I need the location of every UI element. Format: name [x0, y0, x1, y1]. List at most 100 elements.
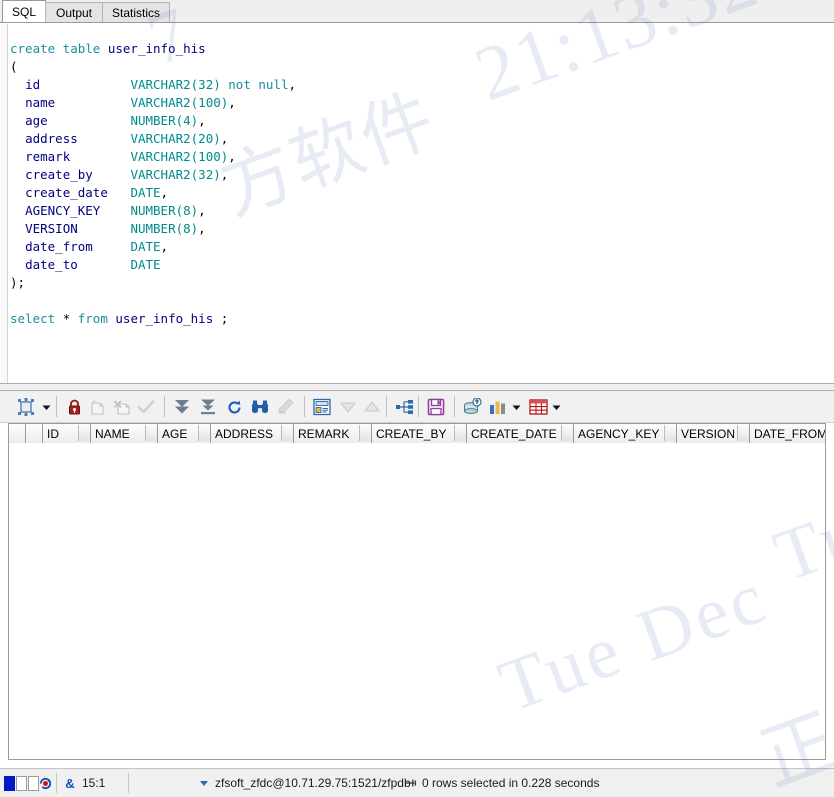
- toolbar-separator: [56, 396, 57, 417]
- code-line: address VARCHAR2(20),: [10, 131, 228, 146]
- toolbar-separator: [164, 396, 165, 417]
- column-resize-handle[interactable]: [359, 425, 371, 441]
- column-resize-handle[interactable]: [737, 425, 749, 441]
- code-line: VERSION NUMBER(8),: [10, 221, 206, 236]
- prev-record-button: [336, 395, 360, 419]
- progress-blocks-icon: [4, 772, 40, 794]
- find-button[interactable]: [248, 395, 272, 419]
- sql-code-text[interactable]: create table user_info_his ( id VARCHAR2…: [10, 40, 833, 371]
- export-data-button[interactable]: [460, 395, 484, 419]
- grid-format-button[interactable]: [526, 395, 550, 419]
- code-line: AGENCY_KEY NUMBER(8),: [10, 203, 206, 218]
- grid-column-header-blank[interactable]: [9, 424, 26, 443]
- ampersand-icon[interactable]: &: [60, 772, 80, 794]
- column-resize-handle[interactable]: [198, 425, 210, 441]
- column-resize-handle[interactable]: [664, 425, 676, 441]
- column-resize-handle[interactable]: [145, 425, 157, 441]
- column-resize-handle[interactable]: [454, 425, 466, 441]
- lock-button[interactable]: [62, 395, 86, 419]
- result-message-label: 0 rows selected in 0.228 seconds: [422, 776, 600, 790]
- grid-column-label: REMARK: [298, 426, 350, 441]
- grid-column-label: CREATE_BY: [376, 426, 447, 441]
- code-line: age NUMBER(4),: [10, 113, 206, 128]
- explain-plan-button[interactable]: [392, 395, 416, 419]
- database-export-icon: [463, 398, 482, 416]
- grid-column-header-age[interactable]: AGE: [158, 424, 211, 443]
- column-resize-handle[interactable]: [281, 425, 293, 441]
- fetch-last-page-button[interactable]: [196, 395, 220, 419]
- grid-column-header-blank[interactable]: [26, 424, 43, 443]
- grid-column-header-name[interactable]: NAME: [91, 424, 158, 443]
- grid-column-header-remark[interactable]: REMARK: [294, 424, 372, 443]
- grid-mode-dropdown[interactable]: [38, 395, 54, 419]
- code-token: select: [10, 310, 63, 326]
- save-button[interactable]: [424, 395, 448, 419]
- grid-format-dropdown[interactable]: [548, 395, 564, 419]
- toolbar-separator: [418, 396, 419, 417]
- code-token: ,: [228, 148, 236, 164]
- code-token: from: [77, 310, 116, 326]
- refresh-button[interactable]: [222, 395, 246, 419]
- grid-column-header-create_by[interactable]: CREATE_BY: [372, 424, 467, 443]
- grid-column-header-agency_key[interactable]: AGENCY_KEY: [574, 424, 677, 443]
- sql-editor-panel[interactable]: create table user_info_his ( id VARCHAR2…: [0, 22, 834, 383]
- fetch-next-page-button[interactable]: [170, 395, 194, 419]
- grid-column-header-id[interactable]: ID: [43, 424, 91, 443]
- connection-dropdown-icon[interactable]: [200, 772, 208, 794]
- connection-label[interactable]: zfsoft_zfdc@10.71.29.75:1521/zfpdb: [215, 772, 411, 794]
- table-grid-icon: [528, 399, 548, 415]
- chart-button[interactable]: [486, 395, 510, 419]
- delete-record-button: [110, 395, 134, 419]
- clear-filter-button: [274, 395, 298, 419]
- transaction-icon[interactable]: [38, 772, 53, 794]
- pin-icon[interactable]: [404, 772, 418, 794]
- tab-label: Output: [55, 5, 93, 20]
- column-resize-handle[interactable]: [78, 425, 90, 441]
- record-view-icon: [313, 398, 331, 416]
- column-resize-handle[interactable]: [561, 425, 573, 441]
- grid-column-header-version[interactable]: VERSION: [677, 424, 750, 443]
- code-token: ,: [288, 76, 297, 92]
- code-token: ,: [160, 184, 169, 200]
- delete-record-icon: [113, 399, 132, 416]
- results-grid-panel[interactable]: ID NAME AGE ADDRESS REMARK CREATE_BY CREATE_DA…: [0, 423, 834, 768]
- grid-mode-button[interactable]: [14, 395, 38, 419]
- code-token: );: [10, 274, 26, 290]
- code-token: user_info_his: [107, 40, 206, 56]
- grid-column-header-date_from[interactable]: DATE_FROM: [750, 424, 825, 443]
- transaction-icon-svg: [39, 777, 52, 789]
- code-token: NUMBER(8): [130, 202, 199, 218]
- grid-column-header-create_date[interactable]: CREATE_DATE: [467, 424, 574, 443]
- results-grid[interactable]: ID NAME AGE ADDRESS REMARK CREATE_BY CREATE_DA…: [8, 423, 826, 760]
- code-line: );: [10, 275, 25, 290]
- grid-column-label: NAME: [95, 426, 130, 441]
- code-line: select * from user_info_his ;: [10, 311, 228, 326]
- results-toolbar: [0, 391, 834, 423]
- tab-sql[interactable]: SQL: [2, 0, 46, 23]
- new-record-icon: [89, 399, 107, 416]
- code-token: ,: [220, 166, 229, 182]
- code-token: AGENCY_KEY: [25, 202, 101, 218]
- grid-column-label: AGENCY_KEY: [578, 426, 660, 441]
- toolbar-separator: [454, 396, 455, 417]
- tab-label: Statistics: [111, 5, 160, 20]
- code-token: VARCHAR2(20): [130, 130, 221, 146]
- chart-dropdown[interactable]: [508, 395, 524, 419]
- code-token: create table: [10, 40, 108, 56]
- code-token: ,: [198, 220, 206, 236]
- tab-statistics[interactable]: Statistics: [102, 2, 170, 22]
- single-record-view-button[interactable]: [310, 395, 334, 419]
- grid-column-label: AGE: [162, 426, 188, 441]
- tab-output[interactable]: Output: [45, 2, 103, 22]
- code-token: VARCHAR2(100): [130, 148, 229, 164]
- chevron-down-icon: [511, 402, 522, 413]
- panel-splitter[interactable]: [0, 383, 834, 391]
- grid-column-header-address[interactable]: ADDRESS: [211, 424, 294, 443]
